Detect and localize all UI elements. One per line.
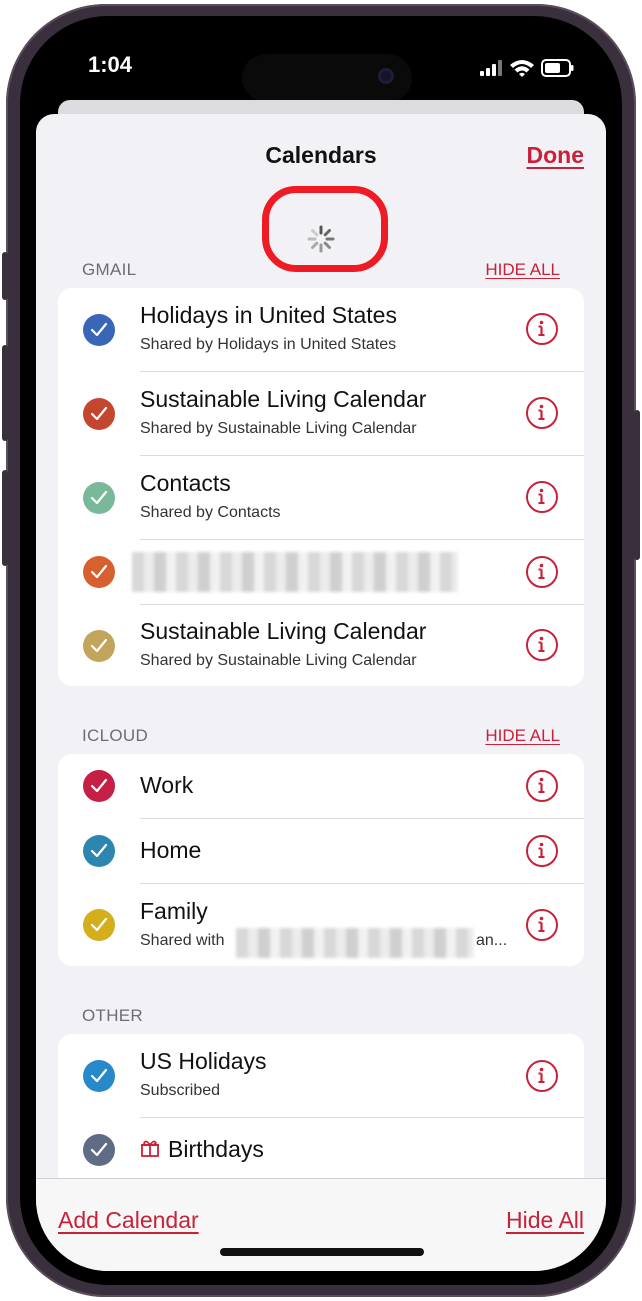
calendar-subtitle: Shared by Sustainable Living Calendar bbox=[140, 420, 417, 437]
status-icons bbox=[476, 58, 576, 78]
bottom-toolbar: Add Calendar Hide All bbox=[36, 1178, 606, 1271]
checkmark-icon[interactable] bbox=[83, 1134, 115, 1166]
calendar-subtitle: Shared by Sustainable Living Calendar bbox=[140, 652, 417, 669]
calendar-subtitle: Shared by Contacts bbox=[140, 504, 281, 521]
battery-icon bbox=[541, 59, 574, 77]
checkmark-icon[interactable] bbox=[83, 1060, 115, 1092]
info-icon[interactable] bbox=[526, 835, 558, 867]
checkmark-icon[interactable] bbox=[83, 482, 115, 514]
calendar-title: Contacts bbox=[140, 470, 231, 496]
calendar-row-home[interactable]: Home bbox=[58, 819, 584, 884]
calendar-title: Sustainable Living Calendar bbox=[140, 386, 427, 412]
home-indicator[interactable] bbox=[220, 1248, 424, 1256]
redacted-shared-names bbox=[236, 928, 474, 958]
volume-down-button bbox=[2, 470, 8, 566]
calendar-subtitle: Subscribed bbox=[140, 1082, 221, 1099]
calendars-sheet: Calendars Done GMAIL HIDE ALL Holidays i… bbox=[36, 114, 606, 1271]
icloud-hide-all-link[interactable]: HIDE ALL bbox=[485, 726, 560, 746]
calendar-title: Home bbox=[140, 837, 202, 863]
power-button bbox=[634, 410, 640, 560]
info-icon[interactable] bbox=[526, 770, 558, 802]
front-camera-icon bbox=[378, 68, 394, 84]
gmail-hide-all-link[interactable]: HIDE ALL bbox=[485, 260, 560, 280]
add-calendar-button[interactable]: Add Calendar bbox=[58, 1207, 199, 1234]
section-header-other: OTHER bbox=[82, 1006, 143, 1025]
status-time: 1:04 bbox=[88, 52, 133, 77]
checkmark-icon[interactable] bbox=[83, 556, 115, 588]
calendar-row-birthdays[interactable]: Birthdays bbox=[58, 1118, 584, 1182]
checkmark-icon[interactable] bbox=[83, 630, 115, 662]
info-icon[interactable] bbox=[526, 481, 558, 513]
calendar-row-sustainable-living-2[interactable]: Sustainable Living Calendar Shared by Su… bbox=[58, 605, 584, 686]
calendar-title: Sustainable Living Calendar bbox=[140, 618, 427, 644]
action-button bbox=[2, 252, 8, 300]
section-header-icloud: ICLOUD bbox=[82, 726, 149, 745]
calendar-title: Birthdays bbox=[168, 1136, 264, 1162]
calendar-title: Family bbox=[140, 898, 208, 924]
info-icon[interactable] bbox=[526, 909, 558, 941]
done-button[interactable]: Done bbox=[527, 142, 585, 169]
checkmark-icon[interactable] bbox=[83, 314, 115, 346]
calendar-row-contacts[interactable]: Contacts Shared by Contacts bbox=[58, 456, 584, 540]
volume-up-button bbox=[2, 345, 8, 441]
calendar-row-sustainable-living[interactable]: Sustainable Living Calendar Shared by Su… bbox=[58, 372, 584, 456]
wifi-icon bbox=[510, 60, 534, 77]
info-icon[interactable] bbox=[526, 313, 558, 345]
hide-all-button[interactable]: Hide All bbox=[506, 1207, 584, 1234]
screen: 1:04 Calendars Done GMAIL HIDE ALL Holid… bbox=[36, 30, 606, 1271]
highlight-annotation-ring bbox=[262, 186, 388, 272]
cellular-signal-icon bbox=[480, 60, 502, 76]
info-icon[interactable] bbox=[526, 397, 558, 429]
checkmark-icon[interactable] bbox=[83, 398, 115, 430]
calendar-title: Work bbox=[140, 772, 194, 798]
checkmark-icon[interactable] bbox=[83, 770, 115, 802]
dynamic-island bbox=[242, 54, 412, 102]
calendar-row-holidays[interactable]: Holidays in United States Shared by Holi… bbox=[58, 288, 584, 372]
section-header-gmail: GMAIL bbox=[82, 260, 137, 279]
calendar-row-redacted[interactable] bbox=[58, 540, 584, 605]
calendar-title: Holidays in United States bbox=[140, 302, 397, 328]
calendar-subtitle-prefix: Shared with bbox=[140, 932, 225, 949]
info-icon[interactable] bbox=[526, 1060, 558, 1092]
gmail-calendar-list: Holidays in United States Shared by Holi… bbox=[58, 288, 584, 686]
calendar-row-family[interactable]: Family Shared with an... bbox=[58, 884, 584, 966]
calendar-subtitle: Shared by Holidays in United States bbox=[140, 336, 397, 353]
calendar-row-work[interactable]: Work bbox=[58, 754, 584, 819]
calendar-row-us-holidays[interactable]: US Holidays Subscribed bbox=[58, 1034, 584, 1118]
checkmark-icon[interactable] bbox=[83, 909, 115, 941]
icloud-calendar-list: Work Home Family Shared with an... bbox=[58, 754, 584, 966]
calendar-subtitle-suffix: an... bbox=[476, 932, 508, 949]
gift-icon bbox=[140, 1138, 160, 1158]
calendar-title: US Holidays bbox=[140, 1048, 267, 1074]
checkmark-icon[interactable] bbox=[83, 835, 115, 867]
sheet-title: Calendars bbox=[265, 142, 377, 168]
info-icon[interactable] bbox=[526, 556, 558, 588]
redacted-calendar-name bbox=[132, 552, 458, 592]
info-icon[interactable] bbox=[526, 629, 558, 661]
